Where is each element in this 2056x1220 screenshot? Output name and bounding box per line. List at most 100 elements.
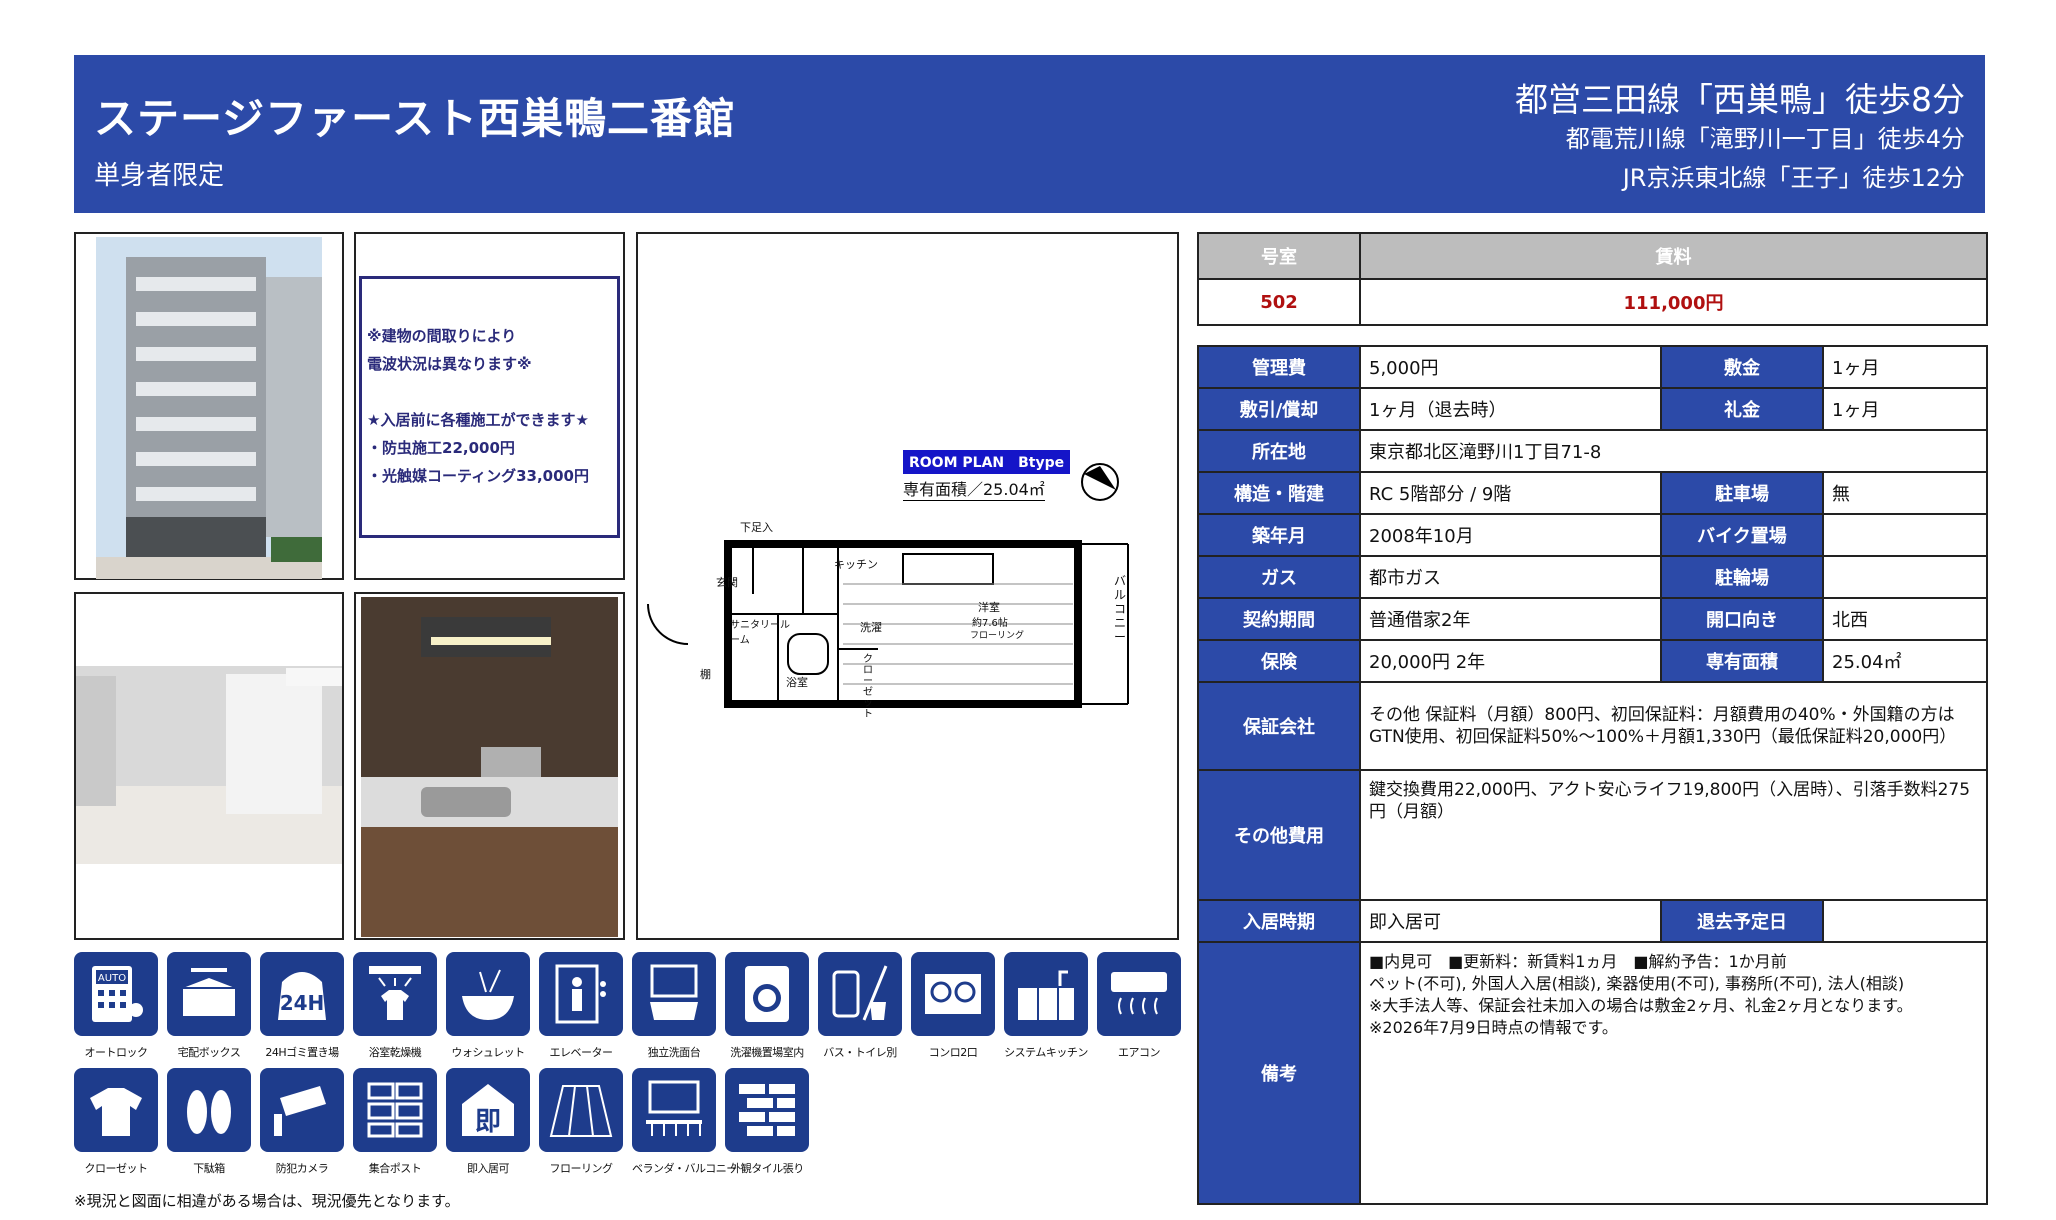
room-number: 502 xyxy=(1197,278,1361,326)
amenity-aircon: エアコン xyxy=(1097,952,1181,1060)
remarks: ■内見可 ■更新料：新賃料1ヵ月 ■解約予告：1か月前 ペット(不可), 外国人… xyxy=(1359,941,1988,1205)
amenity-stove: コンロ2口 xyxy=(911,952,995,1060)
tile-icon xyxy=(739,1084,795,1136)
closet-icon xyxy=(90,1088,142,1136)
management-fee: 5,000円 xyxy=(1359,345,1662,389)
notice-line: ・光触媒コーティング33,000円 xyxy=(367,467,589,485)
amenity-washlet: ウォシュレット xyxy=(446,952,530,1060)
amenity-garbage-24h: 24H 24Hゴミ置き場 xyxy=(260,952,344,1060)
property-title: ステージファースト西巣鴨二番館 xyxy=(94,94,737,143)
amenity-elevator: エレベーター xyxy=(539,952,623,1060)
built-date-label: 築年月 xyxy=(1197,513,1361,557)
amenity-label: フローリング xyxy=(549,1162,614,1175)
remarks-label: 備考 xyxy=(1197,941,1361,1205)
shoe-box-icon xyxy=(187,1090,231,1134)
notice-line: 電波状況は異なります※ xyxy=(367,355,532,373)
amenity-label: 24Hゴミ置き場 xyxy=(265,1046,339,1059)
structure-label: 構造・階建 xyxy=(1197,471,1361,515)
guarantor: その他 保証料（月額）800円、初回保証料：月額費用の40%・外国籍の方はGTN… xyxy=(1359,681,1988,771)
deposit: 1ヶ月 xyxy=(1822,345,1988,389)
amenity-vanity: 独立洗面台 xyxy=(632,952,716,1060)
amenity-label: バス・トイレ別 xyxy=(823,1046,897,1059)
details-table: 管理費 5,000円 敷金 1ヶ月 敷引/償却 1ヶ月（退去時） 礼金 1ヶ月 … xyxy=(1197,345,1988,1205)
remarks-line: ■内見可 ■更新料：新賃料1ヵ月 ■解約予告：1か月前 xyxy=(1369,952,1787,971)
amenity-flooring: フローリング xyxy=(539,1068,623,1176)
washer-icon xyxy=(745,966,789,1022)
autolock-icon-text: AUTO xyxy=(98,973,126,984)
amenity-closet: クローゼット xyxy=(74,1068,158,1176)
amenity-washer: 洗濯機置場室内 xyxy=(725,952,809,1060)
vanity-icon xyxy=(650,964,698,1020)
amortization-label: 敷引/償却 xyxy=(1197,387,1361,431)
floorplan-bath-label: 浴室 xyxy=(786,676,808,689)
bike-parking-label: バイク置場 xyxy=(1660,513,1824,557)
washlet-icon xyxy=(462,969,514,1020)
built-date: 2008年10月 xyxy=(1359,513,1662,557)
room-number-label: 号室 xyxy=(1197,232,1361,280)
amenity-label: ウォシュレット xyxy=(451,1046,525,1059)
amortization: 1ヶ月（退去時） xyxy=(1359,387,1662,431)
amenity-label: 下駄箱 xyxy=(193,1162,225,1175)
floorplan-western-label: 洋室 xyxy=(978,601,1000,614)
bath-dryer-icon xyxy=(369,966,421,1020)
amenity-bath-dryer: 浴室乾燥機 xyxy=(353,952,437,1060)
move-in: 即入居可 xyxy=(1359,899,1662,943)
move-out xyxy=(1822,899,1988,943)
notice-frame: ※建物の間取りにより 電波状況は異なります※ ★入居前に各種施工ができます★ ・… xyxy=(354,232,625,580)
address: 東京都北区滝野川1丁目71-8 xyxy=(1359,429,1988,473)
remarks-line: ペット(不可), 外国人入居(相談), 楽器使用(不可), 事務所(不可), 法… xyxy=(1369,974,1905,993)
floorplan-sanitary-label: サニタリールーム xyxy=(730,620,790,646)
bath-toilet-icon xyxy=(832,965,888,1021)
notice-line: ★入居前に各種施工ができます★ xyxy=(367,411,589,429)
amenity-label: ベランダ・バルコニー xyxy=(632,1162,737,1175)
amenity-label: エレベーター xyxy=(549,1046,614,1059)
amenity-kitchen: システムキッチン xyxy=(1004,952,1088,1060)
amenity-label: 外観タイル張り xyxy=(730,1162,804,1175)
rent-table: 号室 賃料 502 111,000円 xyxy=(1197,232,1988,326)
station-primary: 都営三田線「西巣鴨」徒歩8分 xyxy=(1515,80,1965,119)
kitchen-photo-frame xyxy=(354,592,625,940)
mailbox-icon xyxy=(367,1082,423,1138)
amenity-immediate: 即 即入居可 xyxy=(446,1068,530,1176)
notice-line: ※建物の間取りにより xyxy=(367,327,517,345)
room-plan-badge: ROOM PLAN Btype xyxy=(903,450,1071,474)
bicycle-parking-label: 駐輪場 xyxy=(1660,555,1824,599)
amenity-label: エアコン xyxy=(1118,1046,1161,1059)
floorplan-balcony-label: バルコニー xyxy=(1114,574,1127,644)
insurance: 20,000円 2年 xyxy=(1359,639,1662,683)
management-fee-label: 管理費 xyxy=(1197,345,1361,389)
parking: 無 xyxy=(1822,471,1988,515)
contract-label: 契約期間 xyxy=(1197,597,1361,641)
notice-line xyxy=(367,378,617,406)
flooring-icon xyxy=(549,1085,613,1137)
gas: 都市ガス xyxy=(1359,555,1662,599)
floorplan-laundry-label: 洗濯 xyxy=(860,621,882,634)
amenity-label: 防犯カメラ xyxy=(275,1162,329,1175)
station-tertiary: JR京浜東北線「王子」徒歩12分 xyxy=(1622,164,1965,192)
station-secondary: 都電荒川線「滝野川一丁目」徒歩4分 xyxy=(1565,125,1965,153)
insurance-label: 保険 xyxy=(1197,639,1361,683)
amenity-label: コンロ2口 xyxy=(928,1046,978,1059)
header-banner: ステージファースト西巣鴨二番館 単身者限定 都営三田線「西巣鴨」徒歩8分 都電荒… xyxy=(74,55,1985,213)
other-fees: 鍵交換費用22,000円、アクト安心ライフ19,800円（入居時）、引落手数料2… xyxy=(1359,769,1988,901)
floorplan-flooring-label: フローリング xyxy=(970,631,1025,641)
key-money: 1ヶ月 xyxy=(1822,387,1988,431)
aircon-icon xyxy=(1111,972,1167,1015)
amenity-shoe-box: 下駄箱 xyxy=(167,1068,251,1176)
bike-parking xyxy=(1822,513,1988,557)
bicycle-parking xyxy=(1822,555,1988,599)
compass-icon xyxy=(1081,463,1119,501)
property-subtitle: 単身者限定 xyxy=(94,161,225,191)
amenity-label: 集合ポスト xyxy=(368,1162,422,1175)
gas-label: ガス xyxy=(1197,555,1361,599)
footer-note: ※現況と図面に相違がある場合は、現況優先となります。 xyxy=(74,1192,460,1210)
key-money-label: 礼金 xyxy=(1660,387,1824,431)
amenity-autolock: AUTO オートロック xyxy=(74,952,158,1060)
amenity-mailbox: 集合ポスト xyxy=(353,1068,437,1176)
autolock-icon: AUTO xyxy=(92,966,143,1022)
remarks-line: ※大手法人等、保証会社未加入の場合は敷金2ヶ月、礼金2ヶ月となります。 xyxy=(1369,996,1913,1015)
floorplan-shelf-label: 棚 xyxy=(700,668,711,681)
kitchen-icon xyxy=(1018,970,1074,1020)
structure: RC 5階部分 / 9階 xyxy=(1359,471,1662,515)
amenity-label: 洗濯機置場室内 xyxy=(730,1046,804,1059)
